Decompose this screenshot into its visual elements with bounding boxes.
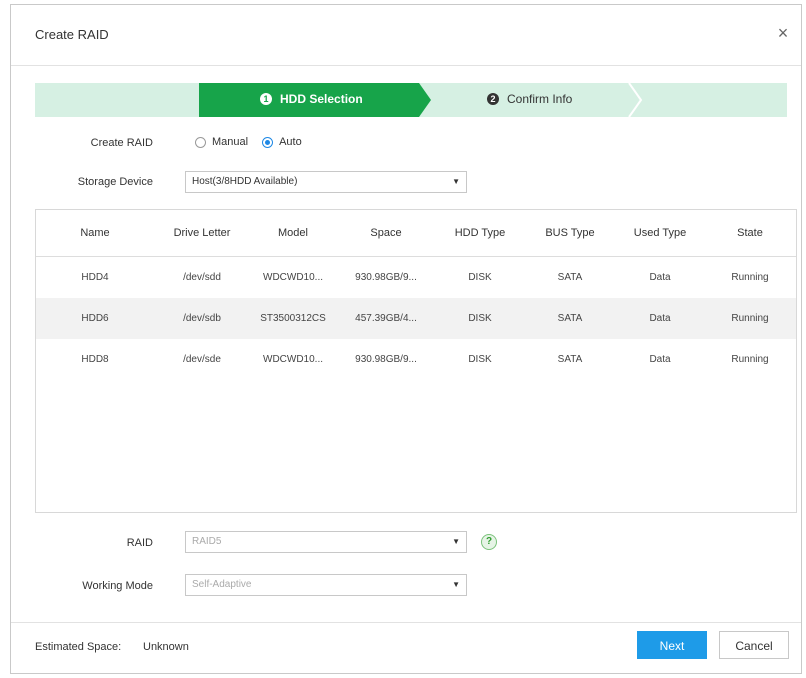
column-header-hdd-type: HDD Type [436,210,524,257]
raid-label: RAID [126,537,153,549]
step-number-1: 1 [260,93,272,105]
close-icon[interactable]: × [773,23,793,43]
column-header-model: Model [250,210,336,257]
cell-bus-type: SATA [557,354,583,365]
cell-hdd-type: DISK [468,272,492,283]
column-header-name: Name [36,210,154,257]
table-row[interactable]: HDD8 /dev/sde WDCWD10... 930.98GB/9... D… [36,339,796,380]
table-row[interactable]: HDD6 /dev/sdb ST3500312CS 457.39GB/4... … [36,298,796,339]
step-progress-bar [35,83,787,117]
column-header-state: State [704,210,796,257]
chevron-down-icon: ▼ [452,537,460,546]
chevron-down-icon: ▼ [452,580,460,589]
cell-space: 457.39GB/4... [336,298,436,339]
step-confirm-info: 2 Confirm Info [487,92,572,106]
column-header-used-type: Used Type [616,210,704,257]
step-progress: 1 HDD Selection 2 Confirm Info [35,83,787,117]
cell-bus-type: SATA [557,272,583,283]
cell-name: HDD6 [36,298,154,339]
step-label-confirm-info: Confirm Info [507,92,573,106]
dialog-titlebar: Create RAID × [11,5,801,66]
chevron-down-icon: ▼ [452,177,460,186]
auto-radio[interactable] [262,136,274,148]
cell-used-type: Data [649,272,671,283]
column-header-space: Space [336,210,436,257]
next-button[interactable]: Next [637,631,707,659]
cell-state: Running [704,298,796,339]
cell-model: ST3500312CS [250,298,336,339]
storage-device-select[interactable]: Host(3/8HDD Available) ▼ [185,171,467,193]
manual-radio-label[interactable]: Manual [212,136,248,148]
help-icon[interactable]: ? [481,534,497,550]
dialog-footer: Estimated Space: Unknown Next Cancel [11,622,801,673]
create-raid-mode-group: Manual Auto [195,136,302,148]
cell-bus-type: SATA [524,298,616,339]
dialog-title: Create RAID [35,27,109,42]
hdd-table: Name Drive Letter Model Space HDD Type B… [35,209,797,513]
table-row[interactable]: HDD4 /dev/sdd WDCWD10... 930.98GB/9... D… [36,257,796,299]
cell-drive-letter: /dev/sdb [154,298,250,339]
cell-name: HDD8 [81,354,109,365]
create-raid-dialog: Create RAID × 1 HDD Selection 2 Confirm … [10,4,802,674]
cell-model: WDCWD10... [263,354,323,365]
step-number-2: 2 [487,93,499,105]
table-header-row: Name Drive Letter Model Space HDD Type B… [36,210,796,257]
cell-space: 930.98GB/9... [355,354,417,365]
cell-hdd-type: DISK [468,354,492,365]
cancel-button[interactable]: Cancel [719,631,789,659]
cell-drive-letter: /dev/sde [183,354,221,365]
step-hdd-selection: 1 HDD Selection [260,92,363,106]
hdd-table-grid: Name Drive Letter Model Space HDD Type B… [36,210,796,380]
cell-state: Running [731,354,769,365]
storage-device-value: Host(3/8HDD Available) [192,176,298,187]
auto-radio-label[interactable]: Auto [279,136,302,148]
create-raid-label: Create RAID [90,137,153,149]
cell-drive-letter: /dev/sdd [183,272,221,283]
working-mode-value: Self-Adaptive [192,579,252,590]
cell-model: WDCWD10... [263,272,323,283]
cell-state: Running [731,272,769,283]
storage-device-label: Storage Device [77,176,153,188]
manual-radio[interactable] [195,136,206,148]
working-mode-select[interactable]: Self-Adaptive ▼ [185,574,467,596]
cell-used-type: Data [616,298,704,339]
column-header-bus-type: BUS Type [524,210,616,257]
cell-name: HDD4 [81,272,109,283]
estimated-space-label: Estimated Space: [35,641,122,653]
working-mode-label: Working Mode [82,580,153,592]
column-header-drive-letter: Drive Letter [154,210,250,257]
cell-space: 930.98GB/9... [355,272,417,283]
step-label-hdd-selection: HDD Selection [280,92,363,106]
raid-select[interactable]: RAID5 ▼ [185,531,467,553]
estimated-space-value: Unknown [143,641,189,653]
raid-value: RAID5 [192,536,222,547]
cell-hdd-type: DISK [436,298,524,339]
cell-used-type: Data [649,354,671,365]
